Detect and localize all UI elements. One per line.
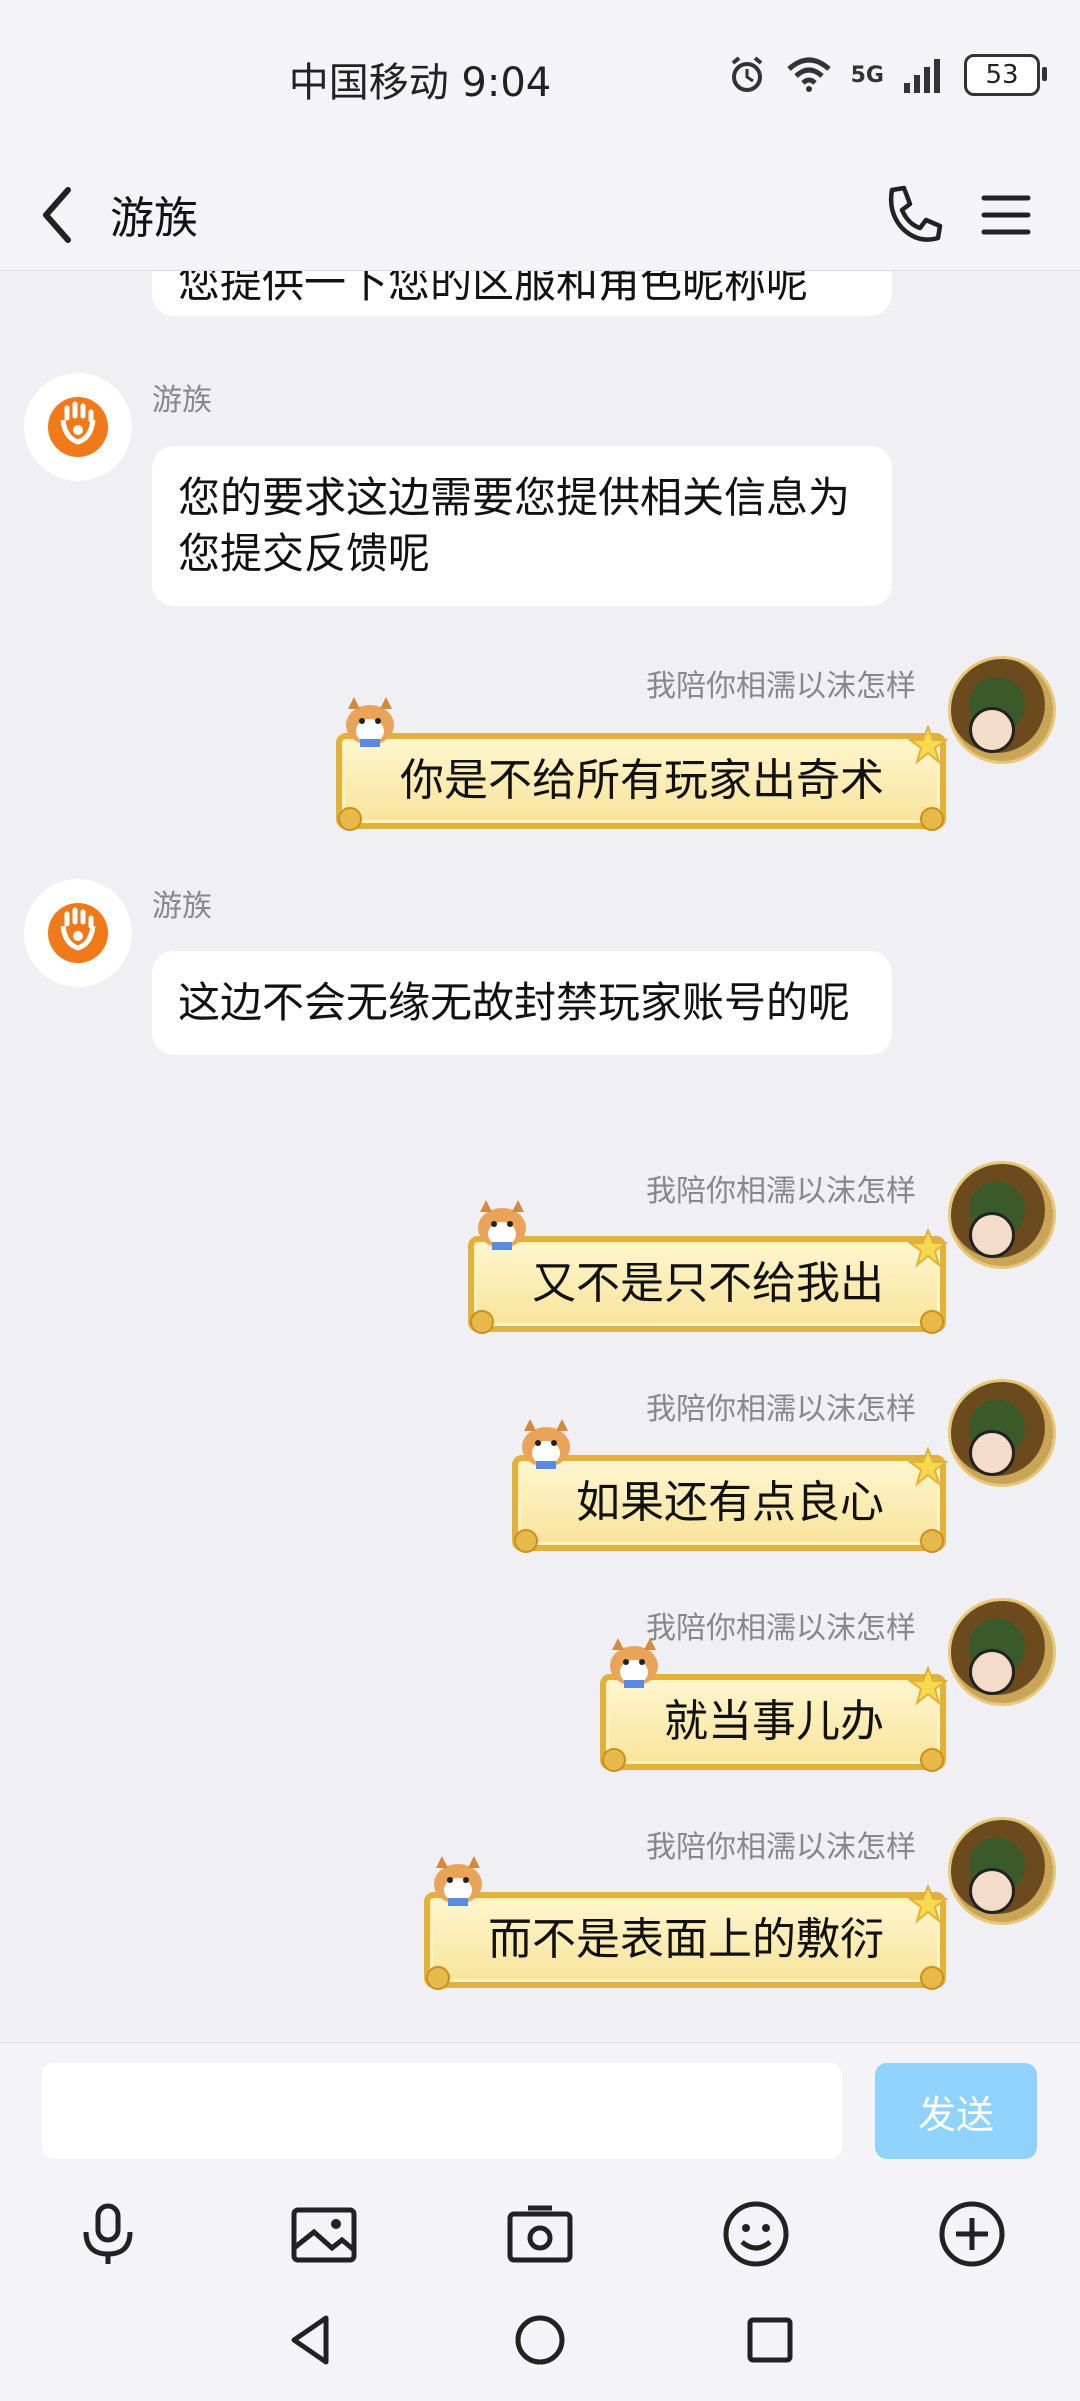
- battery-indicator: 53: [964, 54, 1047, 96]
- status-bar: 中国移动 9:04 5G 53: [0, 0, 1080, 160]
- camera-icon[interactable]: [504, 2198, 576, 2270]
- status-icons: 5G 53: [727, 54, 1047, 96]
- sender-name: 游族: [152, 383, 212, 418]
- dog-sticker-icon: [434, 1856, 482, 1906]
- message-text: 这边不会无缘无故封禁玩家账号的呢: [178, 978, 851, 1027]
- system-nav-bar: [0, 2300, 1080, 2400]
- sender-name: 我陪你相濡以沫怎样: [646, 1174, 916, 1209]
- youzu-logo-icon: [48, 397, 108, 457]
- star-icon: [908, 1666, 948, 1706]
- image-icon[interactable]: [288, 2198, 360, 2270]
- message-list[interactable]: 您提供一下您的区服和角色昵称呢 游族 您的要求这边需要您提供相关信息为您提交反馈…: [0, 271, 1080, 2041]
- scroll-knob: [920, 1748, 944, 1772]
- dog-sticker-icon: [478, 1200, 526, 1250]
- dog-sticker-icon: [346, 697, 394, 747]
- alarm-icon: [731, 56, 762, 92]
- message-text: 而不是表面上的敷衍: [488, 1914, 884, 1965]
- battery-level: 53: [985, 60, 1019, 90]
- plus-icon[interactable]: [936, 2198, 1008, 2270]
- message-bubble-decorated[interactable]: 又不是只不给我出: [468, 1200, 948, 1334]
- message-bubble[interactable]: 您的要求这边需要您提供相关信息为您提交反馈呢: [152, 446, 892, 606]
- message-bubble-decorated[interactable]: 如果还有点良心: [512, 1419, 948, 1553]
- star-icon: [908, 1228, 948, 1268]
- scroll-knob: [470, 1310, 494, 1334]
- avatar-user[interactable]: [948, 1379, 1056, 1487]
- message-bubble[interactable]: 这边不会无缘无故封禁玩家账号的呢: [152, 951, 892, 1055]
- scroll-knob: [338, 807, 362, 831]
- scroll-knob: [514, 1529, 538, 1553]
- youzu-logo-icon: [48, 903, 108, 963]
- scroll-knob: [426, 1966, 450, 1990]
- scroll-knob: [920, 1529, 944, 1553]
- message-bubble-partial: 您提供一下您的区服和角色昵称呢: [152, 271, 892, 316]
- send-button[interactable]: 发送: [875, 2063, 1037, 2159]
- sender-name: 游族: [152, 889, 212, 924]
- message-text: 你是不给所有玩家出奇术: [400, 755, 884, 806]
- network-type: 5G: [850, 62, 884, 88]
- avatar-youzu[interactable]: [24, 879, 132, 987]
- message-input[interactable]: [42, 2063, 842, 2159]
- avatar-user[interactable]: [948, 1817, 1056, 1925]
- avatar-user[interactable]: [948, 1161, 1056, 1269]
- carrier-time: 中国移动 9:04: [288, 60, 552, 106]
- star-icon: [908, 725, 948, 765]
- star-icon: [908, 1884, 948, 1924]
- avatar-user[interactable]: [948, 656, 1056, 764]
- signal-icon: [904, 59, 940, 93]
- chat-header: 游族: [0, 160, 1080, 271]
- star-icon: [908, 1447, 948, 1487]
- wifi-icon: [786, 57, 831, 92]
- sender-name: 我陪你相濡以沫怎样: [646, 1830, 916, 1865]
- back-icon[interactable]: [28, 178, 98, 252]
- message-text: 如果还有点良心: [576, 1477, 884, 1528]
- nav-home-icon[interactable]: [510, 2310, 570, 2370]
- microphone-icon[interactable]: [72, 2198, 144, 2270]
- scroll-knob: [920, 1310, 944, 1334]
- message-text: 您的要求这边需要您提供相关信息为您提交反馈呢: [178, 473, 851, 578]
- menu-icon[interactable]: [970, 180, 1040, 250]
- sender-name: 我陪你相濡以沫怎样: [646, 1392, 916, 1427]
- composer-toolbar: [0, 2198, 1080, 2288]
- phone-icon[interactable]: [878, 180, 948, 250]
- scroll-knob: [602, 1748, 626, 1772]
- scroll-knob: [920, 1966, 944, 1990]
- message-text: 就当事儿办: [664, 1696, 884, 1747]
- emoji-icon[interactable]: [720, 2198, 792, 2270]
- message-text: 又不是只不给我出: [532, 1258, 884, 1309]
- message-bubble-decorated[interactable]: 你是不给所有玩家出奇术: [336, 697, 948, 831]
- avatar-user[interactable]: [948, 1598, 1056, 1706]
- sender-name: 我陪你相濡以沫怎样: [646, 669, 916, 704]
- nav-back-icon[interactable]: [280, 2310, 340, 2370]
- dog-sticker-icon: [610, 1638, 658, 1688]
- sender-name: 我陪你相濡以沫怎样: [646, 1611, 916, 1646]
- nav-recents-icon[interactable]: [740, 2310, 800, 2370]
- scroll-knob: [920, 807, 944, 831]
- chat-title: 游族: [110, 193, 198, 244]
- message-bubble-decorated[interactable]: 而不是表面上的敷衍: [424, 1856, 948, 1990]
- dog-sticker-icon: [522, 1419, 570, 1469]
- message-bubble-decorated[interactable]: 就当事儿办: [600, 1638, 948, 1772]
- avatar-youzu[interactable]: [24, 373, 132, 481]
- message-text: 您提供一下您的区服和角色昵称呢: [178, 271, 809, 307]
